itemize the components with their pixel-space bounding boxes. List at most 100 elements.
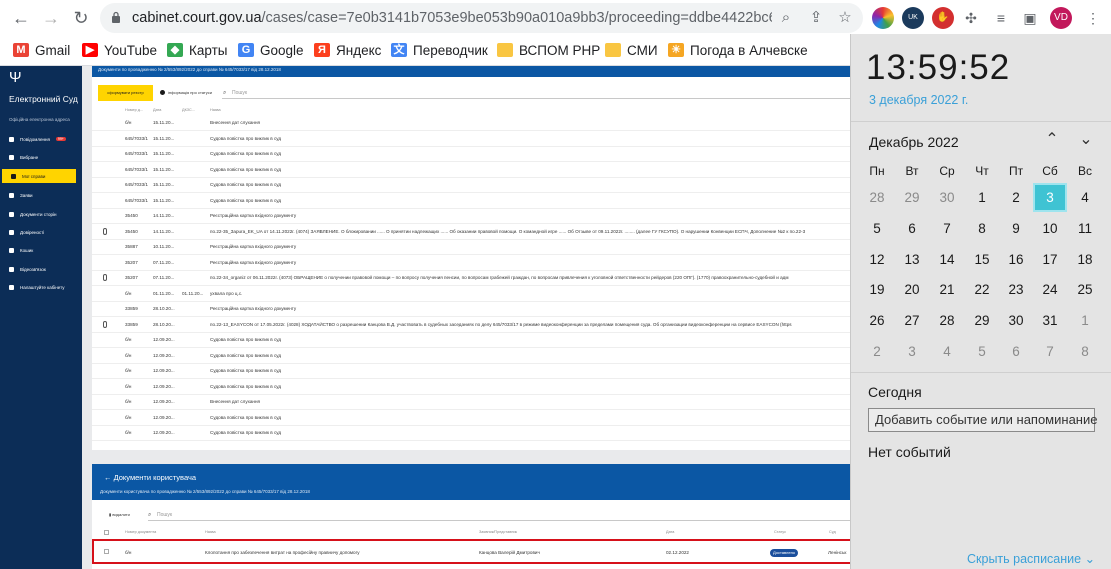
column-header-applicant[interactable]: Заявник/Представник — [479, 530, 517, 534]
calendar-day[interactable]: 28 — [860, 183, 894, 212]
calendar-day[interactable]: 21 — [930, 275, 964, 304]
user-documents-title[interactable]: ← Документи користувача — [104, 473, 196, 482]
delete-button[interactable]: ▮ видалити — [109, 512, 130, 517]
table-row[interactable]: б/н 12.09.20... Судова повістка про виклик… — [92, 364, 850, 379]
month-label[interactable]: Декабрь 2022 — [869, 134, 959, 150]
calendar-day-today[interactable]: 3 — [1033, 183, 1067, 212]
calendar-day[interactable]: 14 — [930, 245, 964, 274]
table-row[interactable]: б/н 12.09.20... Судова повістка про виклик… — [92, 411, 850, 426]
table-row[interactable]: 35207 07.11.20... по.22-34_organiz от 06.1… — [92, 271, 850, 286]
extensions-puzzle-icon[interactable]: ✣ — [960, 7, 982, 29]
calendar-day[interactable]: 19 — [860, 275, 894, 304]
table-row[interactable]: 645/7033/1 15.11.20... Судова повістка про… — [92, 147, 850, 162]
table-row[interactable]: 35207 07.11.20... Реєстраційна картка вхід… — [92, 256, 850, 271]
reload-icon[interactable]: ↻ — [70, 7, 92, 29]
select-all-checkbox[interactable] — [104, 530, 109, 535]
table-row[interactable]: б/н 15.11.20... Внесення дат слухання — [92, 116, 850, 131]
calendar-day[interactable]: 16 — [999, 245, 1033, 274]
full-date-link[interactable]: 3 декабря 2022 г. — [869, 93, 968, 107]
table-row[interactable]: б/н 12.09.20... Судова повістка про виклик… — [92, 349, 850, 364]
calendar-day[interactable]: 7 — [930, 214, 964, 243]
column-header-date[interactable]: Дата — [666, 530, 674, 534]
table-row[interactable]: 645/7033/1 15.11.20... Судова повістка про… — [92, 132, 850, 147]
share-icon[interactable]: ⇪ — [806, 8, 826, 28]
calendar-day[interactable]: 10 — [1033, 214, 1067, 243]
url-text[interactable]: cabinet.court.gov.ua/cases/case=7e0b3141… — [132, 10, 772, 26]
color-extension-icon[interactable] — [872, 7, 894, 29]
chrome-menu-icon[interactable]: ⋮ — [1082, 7, 1104, 29]
calendar-day[interactable]: 30 — [999, 306, 1033, 335]
zoom-icon[interactable]: ⌕ — [776, 8, 796, 28]
calendar-day[interactable]: 6 — [999, 337, 1033, 366]
calendar-day[interactable]: 22 — [965, 275, 999, 304]
row-checkbox[interactable] — [104, 549, 109, 554]
user-documents-search-input[interactable]: ⌕ Пошук — [148, 509, 850, 521]
sidebar-item-video[interactable]: Відеозв'язок — [0, 262, 82, 276]
calendar-day[interactable]: 9 — [999, 214, 1033, 243]
calendar-day[interactable]: 2 — [860, 337, 894, 366]
calendar-day[interactable]: 1 — [1068, 306, 1102, 335]
calendar-day[interactable]: 8 — [1068, 337, 1102, 366]
table-row[interactable]: 645/7033/1 15.11.20... Судова повістка про… — [92, 194, 850, 209]
calendar-day[interactable]: 7 — [1033, 337, 1067, 366]
forward-arrow-icon[interactable]: → — [40, 7, 62, 29]
calendar-day[interactable]: 20 — [895, 275, 929, 304]
table-row[interactable]: б/н 12.09.20... Судова повістка про виклик… — [92, 426, 850, 441]
bookmark-folder-smi[interactable]: СМИ — [605, 40, 658, 60]
block-extension-icon[interactable]: ✋ — [932, 7, 954, 29]
calendar-day[interactable]: 30 — [930, 183, 964, 212]
sidebar-item-wallet[interactable]: Кошик — [0, 243, 82, 257]
calendar-day[interactable]: 3 — [895, 337, 929, 366]
next-month-chevron-down-icon[interactable]: ⌄ — [1075, 130, 1097, 150]
column-header-date[interactable]: Дата — [153, 108, 161, 112]
calendar-day[interactable]: 23 — [999, 275, 1033, 304]
table-row[interactable]: б/н 12.09.20... Внесення дат слухання — [92, 395, 850, 410]
table-row[interactable]: 33859 28.10.20... по.22-13_EASYCON от 17.0… — [92, 318, 850, 333]
media-queue-icon[interactable]: ≡ — [990, 7, 1012, 29]
table-row[interactable]: 35450 14.11.20... по.22-35_Заpura_EK_UA от… — [92, 225, 850, 240]
table-row[interactable]: б/н 12.09.20... Судова повістка про виклик… — [92, 380, 850, 395]
calendar-day[interactable]: 29 — [895, 183, 929, 212]
table-row[interactable]: 33859 28.10.20... Реєстраційна картка вхід… — [92, 302, 850, 317]
table-row[interactable]: 35450 14.11.20... Реєстраційна картка вхід… — [92, 209, 850, 224]
bookmark-star-icon[interactable]: ☆ — [835, 8, 855, 28]
calendar-day[interactable]: 26 — [860, 306, 894, 335]
profile-avatar[interactable]: VD — [1050, 7, 1072, 29]
column-header-name[interactable]: Назва — [210, 108, 221, 112]
sidebar-item-applications[interactable]: Заяви — [0, 188, 82, 202]
calendar-day[interactable]: 11 — [1068, 214, 1102, 243]
calendar-day[interactable]: 18 — [1068, 245, 1102, 274]
calendar-day[interactable]: 17 — [1033, 245, 1067, 274]
calendar-day[interactable]: 13 — [895, 245, 929, 274]
address-bar[interactable]: cabinet.court.gov.ua/cases/case=7e0b3141… — [100, 3, 863, 33]
bookmark-youtube[interactable]: ▶ YouTube — [82, 40, 157, 60]
calendar-day[interactable]: 15 — [965, 245, 999, 274]
calendar-day[interactable]: 5 — [965, 337, 999, 366]
status-info-link[interactable]: інформація про статуси — [160, 90, 212, 95]
bookmark-folder-vspom[interactable]: ВСПОМ РНР — [497, 40, 600, 60]
sidebar-item-my-cases[interactable]: Мої справи — [2, 169, 76, 183]
bookmark-yandex[interactable]: Я Яндекс — [314, 40, 381, 60]
calendar-day[interactable]: 28 — [930, 306, 964, 335]
sidebar-item-settings[interactable]: Налаштуйте кабінету — [0, 280, 82, 294]
bookmark-weather[interactable]: ☀ Погода в Алчевске — [668, 40, 808, 60]
column-header-court[interactable]: Суд — [829, 530, 836, 534]
calendar-day[interactable]: 4 — [1068, 183, 1102, 212]
back-arrow-icon[interactable]: ← — [10, 7, 32, 29]
calendar-day[interactable]: 5 — [860, 214, 894, 243]
previous-month-chevron-up-icon[interactable]: ⌃ — [1041, 130, 1063, 150]
column-header-dkzs[interactable]: ДКЗС... — [182, 108, 195, 112]
calendar-day[interactable]: 2 — [999, 183, 1033, 212]
table-row[interactable]: 35887 10.11.20... Реєстраційна картка вхід… — [92, 240, 850, 255]
calendar-day[interactable]: 24 — [1033, 275, 1067, 304]
sidebar-item-notifications[interactable]: Повідомлення 99+ — [0, 132, 82, 146]
calendar-day[interactable]: 29 — [965, 306, 999, 335]
calendar-day[interactable]: 6 — [895, 214, 929, 243]
column-header-name[interactable]: Назва — [205, 530, 216, 534]
bookmark-maps[interactable]: ◆ Карты — [167, 40, 227, 60]
add-event-input[interactable]: Добавить событие или напоминание — [868, 408, 1097, 432]
calendar-day[interactable]: 8 — [965, 214, 999, 243]
bookmark-google[interactable]: G Google — [238, 40, 304, 60]
column-header-status[interactable]: Статус — [774, 530, 786, 534]
sidebar-item-favorites[interactable]: Вибране — [0, 150, 82, 164]
